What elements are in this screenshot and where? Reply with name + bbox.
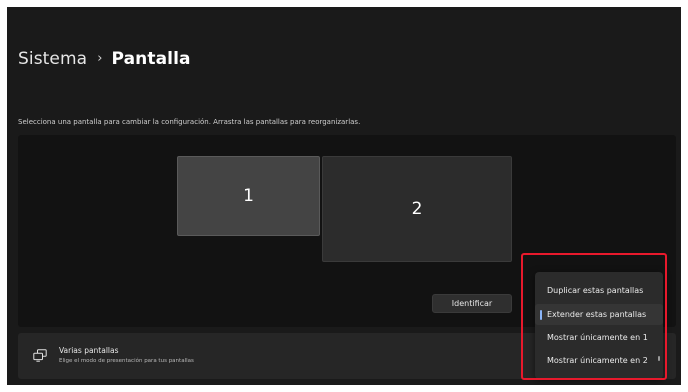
menu-item-label: Extender estas pantallas (547, 310, 647, 319)
menu-item-label: Mostrar únicamente en 2 (547, 356, 648, 365)
menu-item-show-only-1[interactable]: Mostrar únicamente en 1 (535, 327, 663, 348)
multiple-displays-subtitle: Elige el modo de presentación para tus p… (59, 358, 194, 364)
display-2[interactable]: 2 (322, 156, 512, 262)
display-1-label: 1 (243, 186, 254, 206)
dropdown-scrollbar[interactable] (658, 356, 660, 361)
selection-indicator (540, 310, 542, 320)
breadcrumb-chevron-icon: › (97, 50, 103, 66)
multiple-displays-icon (33, 349, 47, 362)
identify-button[interactable]: Identificar (432, 294, 512, 313)
multiple-displays-title: Varias pantallas (59, 346, 119, 355)
breadcrumb: Sistema › Pantalla (18, 46, 191, 72)
display-instructions: Selecciona una pantalla para cambiar la … (18, 118, 361, 126)
display-2-label: 2 (411, 199, 423, 219)
breadcrumb-root[interactable]: Sistema (18, 49, 87, 69)
menu-item-label: Mostrar únicamente en 1 (547, 333, 648, 342)
projection-mode-dropdown: Duplicar estas pantallas Extender estas … (535, 272, 663, 379)
menu-item-extend[interactable]: Extender estas pantallas (535, 304, 663, 325)
menu-item-duplicate[interactable]: Duplicar estas pantallas (535, 280, 663, 301)
menu-item-label: Duplicar estas pantallas (547, 286, 644, 295)
page-title: Pantalla (111, 49, 191, 69)
menu-item-show-only-2[interactable]: Mostrar únicamente en 2 (535, 350, 663, 371)
display-1[interactable]: 1 (177, 156, 320, 236)
settings-window: Sistema › Pantalla Selecciona una pantal… (7, 7, 681, 385)
